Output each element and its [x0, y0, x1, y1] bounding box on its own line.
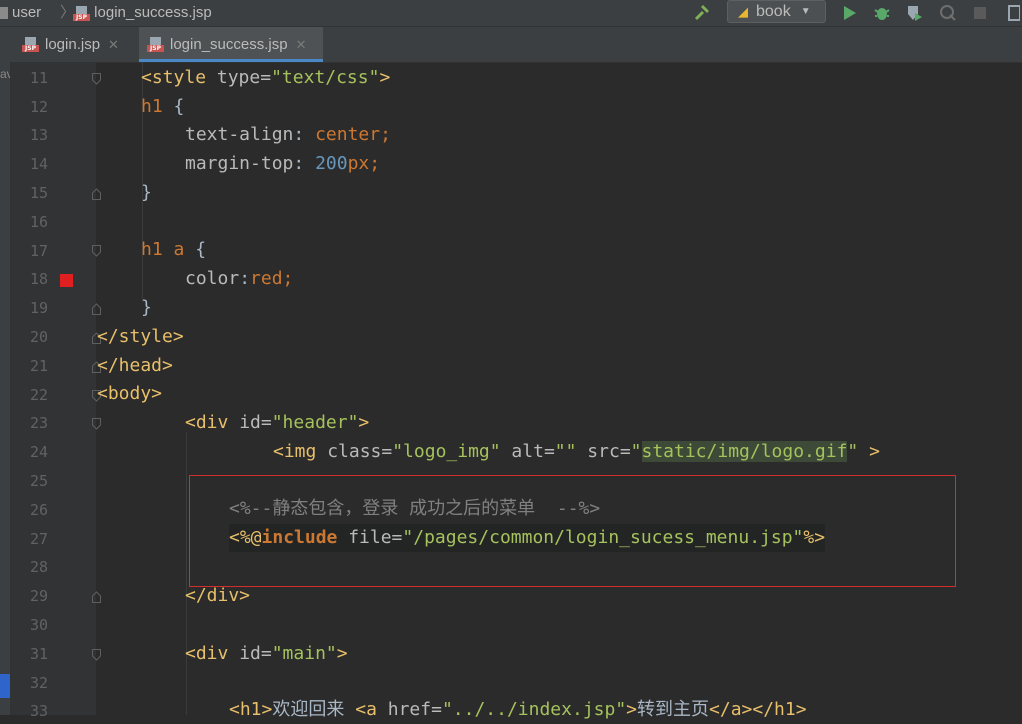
line-number: 33: [29, 702, 48, 720]
code-line-11[interactable]: <style type="text/css">: [141, 64, 390, 92]
coverage-shield-icon[interactable]: [902, 0, 926, 26]
run-configuration-select[interactable]: ◢ book ▼: [727, 0, 826, 23]
code-line-15[interactable]: }: [141, 179, 152, 207]
code-line-24[interactable]: <img class="logo_img" alt="" src="static…: [273, 438, 880, 466]
code-line-22[interactable]: <body>: [97, 380, 162, 408]
panel-toggle-icon[interactable]: [1006, 0, 1022, 26]
jsp-file-icon: JSP: [73, 5, 90, 21]
code-line-13[interactable]: text-align: center;: [185, 121, 391, 149]
line-number: 14: [29, 155, 48, 173]
line-number: 15: [29, 184, 48, 202]
code-line-12[interactable]: h1 {: [141, 93, 184, 121]
line-number: 17: [29, 242, 48, 260]
breakpoint-icon[interactable]: [60, 274, 73, 287]
code-line-33[interactable]: <h1>欢迎回来 <a href="../../index.jsp">转到主页<…: [229, 696, 807, 724]
navigation-bar: user 〉 JSP login_success.jsp ◢ book ▼: [0, 0, 1022, 27]
line-number: 28: [29, 558, 48, 576]
line-number: 11: [29, 69, 48, 87]
breadcrumb-file[interactable]: JSP login_success.jsp: [73, 3, 212, 23]
code-line-14[interactable]: margin-top: 200px;: [185, 150, 380, 178]
stop-icon[interactable]: [968, 0, 992, 26]
line-number: 26: [29, 501, 48, 519]
run-icon[interactable]: [838, 0, 862, 26]
line-number: 25: [29, 472, 48, 490]
code-line-21[interactable]: </head>: [97, 352, 173, 380]
line-number: 31: [29, 645, 48, 663]
line-number: 27: [29, 530, 48, 548]
code-line-31[interactable]: <div id="main">: [185, 640, 348, 668]
debug-bug-icon[interactable]: [870, 0, 894, 26]
code-line-23[interactable]: <div id="header">: [185, 409, 369, 437]
left-tool-strip: av: [0, 62, 13, 715]
code-line-18[interactable]: color:red;: [185, 265, 293, 293]
code-line-17[interactable]: h1 a {: [141, 236, 206, 264]
tab-login-jsp[interactable]: JSP login.jsp ✕: [22, 27, 139, 62]
indent-guide: [186, 432, 187, 715]
folder-icon: [0, 7, 8, 20]
line-number: 19: [29, 299, 48, 317]
lightning-icon: ◢: [738, 3, 748, 19]
line-number: 12: [29, 98, 48, 116]
line-number: 32: [29, 674, 48, 692]
code-line-19[interactable]: }: [141, 294, 152, 322]
line-number: 18: [29, 270, 48, 288]
code-line-20[interactable]: </style>: [97, 323, 184, 351]
highlight-annotation-box: [189, 475, 956, 587]
structure-marker: [0, 674, 10, 698]
close-icon[interactable]: ✕: [108, 37, 119, 53]
tab-login-success-jsp[interactable]: JSP login_success.jsp ✕: [139, 27, 323, 62]
code-editor[interactable]: <style type="text/css"> h1 { text-align:…: [96, 62, 1022, 720]
line-number: 13: [29, 126, 48, 144]
jsp-file-icon: JSP: [147, 37, 164, 52]
editor-tab-bar: JSP login.jsp ✕ JSP login_success.jsp ✕: [0, 27, 1022, 63]
line-number: 29: [29, 587, 48, 605]
line-number: 21: [29, 357, 48, 375]
line-number: 24: [29, 443, 48, 461]
line-number: 23: [29, 414, 48, 432]
profiler-icon[interactable]: [936, 0, 960, 26]
line-number: 20: [29, 328, 48, 346]
line-number: 22: [29, 386, 48, 404]
line-number: 16: [29, 213, 48, 231]
close-icon[interactable]: ✕: [296, 37, 307, 53]
build-hammer-icon[interactable]: [690, 0, 714, 26]
line-number: 30: [29, 616, 48, 634]
breadcrumb-folder[interactable]: user: [0, 3, 41, 23]
chevron-down-icon: ▼: [800, 6, 811, 17]
editor-gutter: 11 12 13 14 15 16 17 18 19 20 21 22 23 2…: [10, 62, 101, 720]
jsp-file-icon: JSP: [22, 37, 39, 52]
